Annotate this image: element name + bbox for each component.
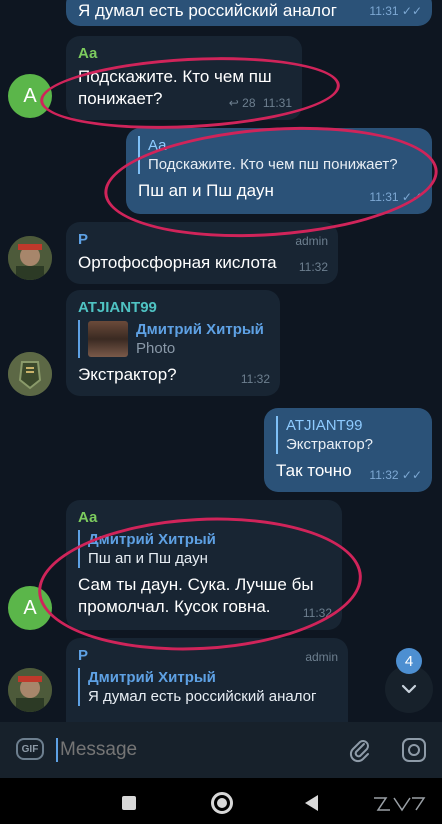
message-text: Сам ты даун. Сука. Лучше бы промолчал. К… bbox=[78, 575, 314, 616]
paperclip-icon bbox=[349, 740, 369, 763]
avatar-photo-icon bbox=[8, 236, 52, 280]
avatar-letter: А bbox=[23, 84, 37, 107]
reply-count: 28 bbox=[242, 96, 256, 110]
chat-area[interactable]: Я думал есть российский аналог 11:31 ✓✓ … bbox=[0, 0, 442, 722]
reply-text: Photo bbox=[136, 340, 176, 357]
message-incoming[interactable]: Р admin Дмитрий Хитрый Я думал есть росс… bbox=[66, 638, 348, 722]
watermark-logo-icon bbox=[374, 797, 426, 812]
read-check-icon: ✓✓ bbox=[401, 190, 422, 204]
home-dot bbox=[217, 798, 227, 808]
reply-text: Экстрактор? bbox=[286, 436, 374, 453]
reply-quote[interactable]: Дмитрий Хитрый Photo bbox=[78, 320, 268, 358]
message-outgoing[interactable]: Я думал есть российский аналог 11:31 ✓✓ bbox=[66, 0, 432, 26]
avatar-emblem-icon bbox=[8, 352, 52, 396]
message-time: 11:31 bbox=[369, 4, 399, 18]
reply-quote[interactable]: Аа Подскажите. Кто чем пш понижает? bbox=[138, 136, 420, 174]
message-incoming[interactable]: Аа Подскажите. Кто чем пш понижает? ↩ 28… bbox=[66, 36, 302, 120]
avatar[interactable]: А bbox=[8, 74, 52, 118]
attach-button[interactable] bbox=[346, 736, 374, 764]
sender-name: Р bbox=[78, 647, 89, 664]
chevron-down-icon bbox=[401, 684, 417, 694]
message-text: Я думал есть российский аналог bbox=[78, 1, 337, 20]
message-time: 11:31 bbox=[262, 96, 292, 110]
message-incoming[interactable]: Р admin Ортофосфорная кислота 11:32 bbox=[66, 222, 338, 284]
message-meta: 11:31 ✓✓ bbox=[369, 0, 422, 22]
message-time: 11:31 bbox=[369, 190, 399, 204]
sender-name: ATJIANT99 bbox=[78, 299, 157, 316]
system-nav-bar bbox=[0, 778, 442, 824]
avatar[interactable] bbox=[8, 668, 52, 712]
message-outgoing[interactable]: ATJIANT99 Экстрактор? Так точно 11:32 ✓✓ bbox=[264, 408, 432, 492]
avatar[interactable] bbox=[8, 236, 52, 280]
sender-name: Р bbox=[78, 231, 89, 248]
message-time: 11:32 bbox=[298, 260, 328, 274]
message-meta: 11:31 ✓✓ bbox=[369, 186, 422, 208]
message-input[interactable] bbox=[60, 736, 330, 764]
message-meta: 11:32 ✓✓ bbox=[369, 464, 422, 486]
message-time: 11:32 bbox=[240, 372, 270, 386]
unread-badge: 4 bbox=[396, 648, 422, 674]
camera-icon bbox=[402, 738, 426, 762]
reply-quote[interactable]: Дмитрий Хитрый Я думал есть российский а… bbox=[78, 668, 336, 706]
message-text: Ортофосфорная кислота bbox=[78, 253, 277, 272]
read-check-icon: ✓✓ bbox=[401, 4, 422, 18]
avatar-photo-icon bbox=[8, 668, 52, 712]
admin-badge: admin bbox=[305, 650, 338, 664]
message-time: 11:32 bbox=[369, 468, 399, 482]
gif-label: GIF bbox=[21, 743, 39, 755]
message-text: Экстрактор? bbox=[78, 365, 177, 384]
photo-thumbnail bbox=[88, 321, 128, 357]
reply-arrow-icon: ↩ bbox=[228, 96, 239, 110]
message-time: 11:32 bbox=[302, 606, 332, 620]
reply-text: Пш ап и Пш даун bbox=[88, 550, 208, 567]
back-button[interactable] bbox=[305, 795, 318, 811]
recent-apps-button[interactable] bbox=[122, 796, 136, 810]
reply-author: ATJIANT99 bbox=[286, 417, 363, 434]
message-input-bar: GIF bbox=[0, 722, 442, 778]
sender-name: Аа bbox=[78, 509, 98, 526]
home-button[interactable] bbox=[211, 792, 233, 814]
reply-author: Аа bbox=[148, 137, 167, 154]
camera-button[interactable] bbox=[400, 736, 428, 764]
avatar-letter: А bbox=[23, 596, 37, 619]
message-incoming[interactable]: Аа Дмитрий Хитрый Пш ап и Пш даун Сам ты… bbox=[66, 500, 342, 630]
sender-name: Аа bbox=[78, 45, 98, 62]
admin-badge: admin bbox=[295, 234, 328, 248]
reply-text: Подскажите. Кто чем пш понижает? bbox=[148, 156, 398, 173]
reply-author: Дмитрий Хитрый bbox=[88, 669, 216, 686]
reply-quote[interactable]: Дмитрий Хитрый Пш ап и Пш даун bbox=[78, 530, 330, 568]
reply-author: Дмитрий Хитрый bbox=[136, 321, 264, 338]
message-outgoing[interactable]: Аа Подскажите. Кто чем пш понижает? Пш а… bbox=[126, 128, 432, 214]
text-cursor bbox=[56, 738, 58, 762]
reply-text: Я думал есть российский аналог bbox=[88, 688, 317, 705]
reply-quote[interactable]: ATJIANT99 Экстрактор? bbox=[276, 416, 420, 454]
message-meta: ↩ 28 11:31 bbox=[229, 92, 292, 114]
reply-author: Дмитрий Хитрый bbox=[88, 531, 216, 548]
message-incoming[interactable]: ATJIANT99 Дмитрий Хитрый Photo Экстракто… bbox=[66, 290, 280, 396]
read-check-icon: ✓✓ bbox=[401, 468, 422, 482]
avatar[interactable] bbox=[8, 352, 52, 396]
avatar[interactable]: А bbox=[8, 586, 52, 630]
gif-button[interactable]: GIF bbox=[16, 738, 44, 760]
